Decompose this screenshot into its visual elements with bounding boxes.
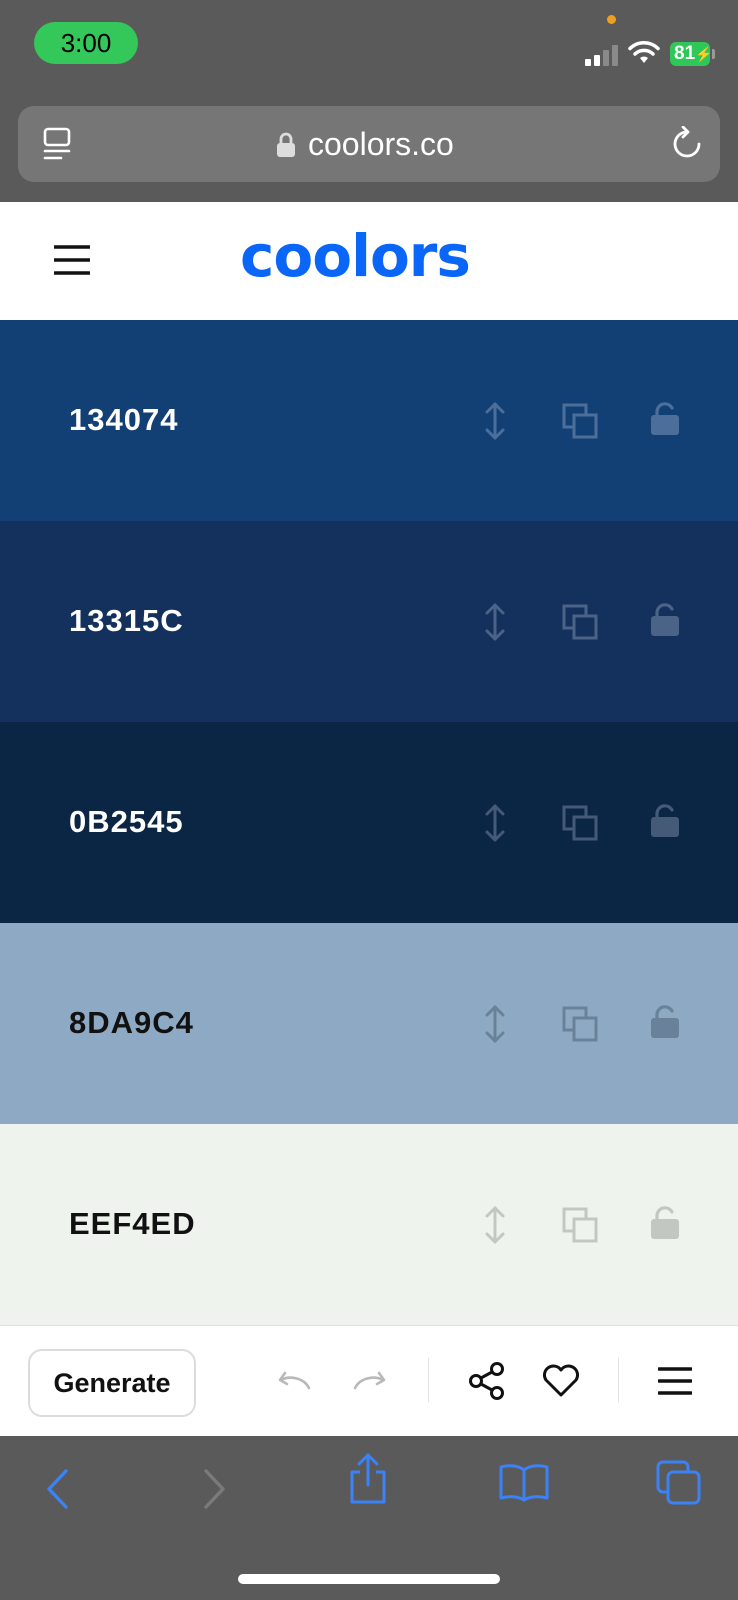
bookmarks-icon[interactable] xyxy=(498,1462,550,1502)
toolbar-divider xyxy=(428,1358,429,1402)
reader-icon[interactable] xyxy=(42,127,74,161)
undo-icon[interactable] xyxy=(276,1370,312,1392)
reload-icon[interactable] xyxy=(670,126,704,162)
battery-tip xyxy=(712,49,715,59)
url-text[interactable]: coolors.co xyxy=(308,124,454,164)
cellular-signal-icon xyxy=(585,44,621,66)
color-swatch[interactable]: EEF4ED xyxy=(0,1124,738,1325)
palette-toolbar: Generate xyxy=(0,1325,738,1436)
drag-icon[interactable] xyxy=(483,1205,507,1245)
address-bar[interactable]: coolors.co xyxy=(18,106,720,182)
battery-level: 81 xyxy=(674,43,696,64)
battery-indicator: 81⚡ xyxy=(670,42,713,66)
toolbar-divider xyxy=(618,1358,619,1402)
share-icon[interactable] xyxy=(468,1362,506,1400)
home-indicator[interactable] xyxy=(238,1574,500,1584)
wifi-icon xyxy=(628,41,660,63)
hex-code[interactable]: EEF4ED xyxy=(69,1206,196,1242)
drag-icon[interactable] xyxy=(483,602,507,642)
hex-code[interactable]: 134074 xyxy=(69,402,178,438)
unlock-icon[interactable] xyxy=(649,803,681,839)
app-header: coolors xyxy=(0,202,738,320)
copy-icon[interactable] xyxy=(562,1207,598,1243)
copy-icon[interactable] xyxy=(562,604,598,640)
redo-icon[interactable] xyxy=(352,1370,388,1392)
back-icon[interactable] xyxy=(44,1468,70,1510)
drag-icon[interactable] xyxy=(483,803,507,843)
hex-code[interactable]: 0B2545 xyxy=(69,804,184,840)
forward-icon[interactable] xyxy=(202,1468,228,1510)
color-swatch[interactable]: 134074 xyxy=(0,320,738,521)
unlock-icon[interactable] xyxy=(649,401,681,437)
status-time: 3:00 xyxy=(34,22,138,64)
lock-icon xyxy=(277,132,295,157)
drag-icon[interactable] xyxy=(483,401,507,441)
unlock-icon[interactable] xyxy=(649,602,681,638)
color-palette: 134074 13315C 0B2545 8DA9C4 EEF4ED xyxy=(0,320,738,1325)
color-swatch[interactable]: 8DA9C4 xyxy=(0,923,738,1124)
share-icon[interactable] xyxy=(346,1452,390,1506)
coolors-logo[interactable]: coolors xyxy=(240,222,471,290)
copy-icon[interactable] xyxy=(562,805,598,841)
color-swatch[interactable]: 13315C xyxy=(0,521,738,722)
generate-button[interactable]: Generate xyxy=(28,1349,196,1417)
copy-icon[interactable] xyxy=(562,1006,598,1042)
heart-icon[interactable] xyxy=(542,1364,580,1398)
hamburger-menu-icon[interactable] xyxy=(54,244,90,276)
unlock-icon[interactable] xyxy=(649,1205,681,1241)
menu-icon[interactable] xyxy=(658,1366,692,1396)
hex-code[interactable]: 13315C xyxy=(69,603,184,639)
hex-code[interactable]: 8DA9C4 xyxy=(69,1005,194,1041)
color-swatch[interactable]: 0B2545 xyxy=(0,722,738,923)
tabs-icon[interactable] xyxy=(656,1460,702,1506)
copy-icon[interactable] xyxy=(562,403,598,439)
privacy-indicator-dot xyxy=(607,15,616,24)
unlock-icon[interactable] xyxy=(649,1004,681,1040)
drag-icon[interactable] xyxy=(483,1004,507,1044)
status-bar: 3:00 81⚡ xyxy=(0,0,738,100)
